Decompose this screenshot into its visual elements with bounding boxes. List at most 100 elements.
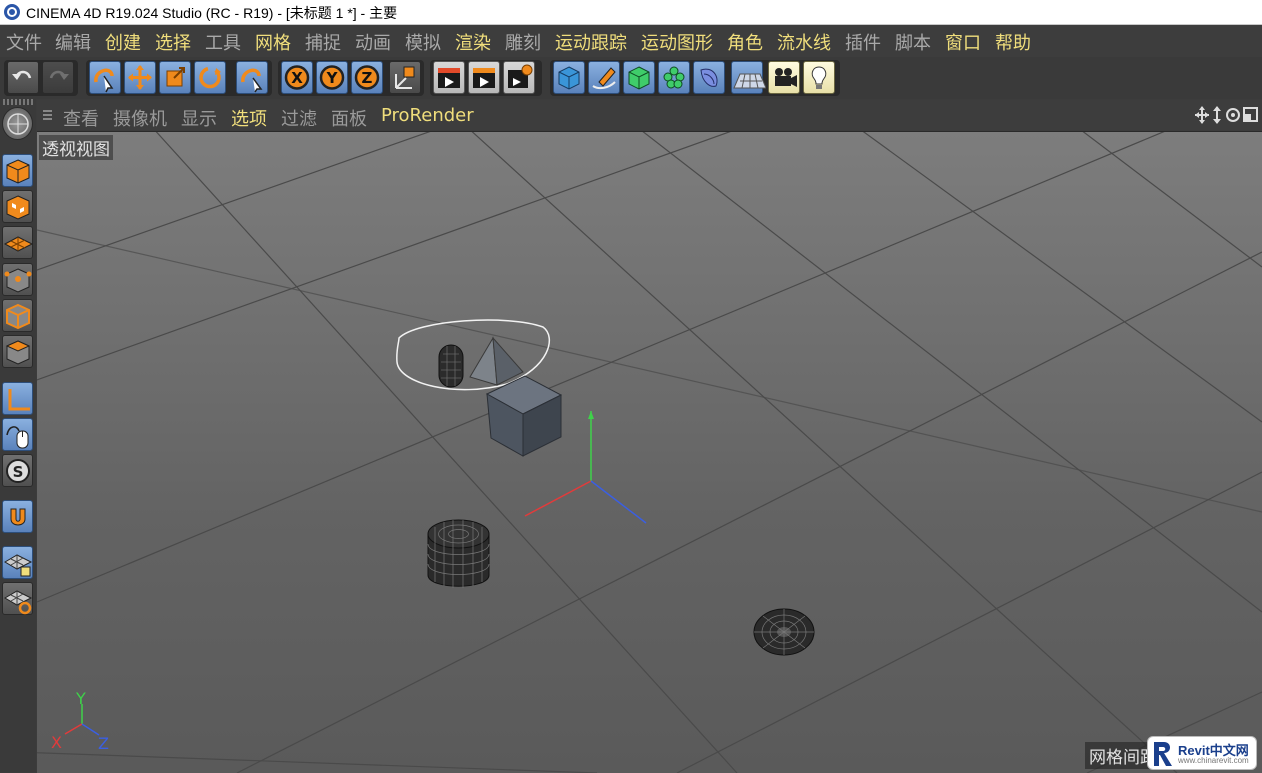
axis-mode-button[interactable] [2,382,33,415]
viewport-menu-item-4[interactable]: 过滤 [281,105,317,131]
viewport-menu-item-6[interactable]: ProRender [381,105,474,126]
move-icon [128,65,152,90]
menu-item-13[interactable]: 角色 [727,29,763,55]
viewport-menu-item-5[interactable]: 面板 [331,105,367,131]
workplane-align-icon [4,590,33,615]
edges-mode-button[interactable] [2,299,33,332]
y-axis-lock-button[interactable]: Y [316,61,348,94]
view-axis-z-label: Z [98,734,109,753]
workplane-lock-button[interactable] [2,546,33,579]
z-axis-lock-icon: Z [354,65,380,90]
workplane-lock-icon [4,554,33,577]
menu-item-10[interactable]: 雕刻 [505,29,541,55]
menu-item-11[interactable]: 运动跟踪 [555,29,627,55]
watermark-url: www.chinarevit.com [1178,756,1249,765]
menu-item-15[interactable]: 插件 [845,29,881,55]
y-axis-lock-icon: Y [319,65,345,90]
viewport-grip [43,108,52,120]
cloner-icon [663,66,685,89]
pyramid-object[interactable] [469,336,524,386]
pan-icon[interactable] [1195,106,1209,124]
light-icon [811,66,827,89]
render-view-button[interactable] [433,61,465,94]
menu-item-14[interactable]: 流水线 [777,29,831,55]
texture-mode-button[interactable] [2,190,33,223]
tweak-mode-icon [6,426,29,449]
undo-button[interactable] [7,61,39,94]
menu-item-9[interactable]: 渲染 [455,29,491,55]
cylinder-object[interactable] [427,519,490,588]
floor-button[interactable] [731,61,766,94]
menu-item-1[interactable]: 编辑 [55,29,91,55]
light-button[interactable] [803,61,835,94]
view-axis-x-label: X [51,733,62,752]
workplane-align-button[interactable] [2,582,33,615]
menu-item-5[interactable]: 网格 [255,29,291,55]
edit-render-settings-button[interactable] [503,61,535,94]
deformer-icon [700,68,718,87]
menu-item-12[interactable]: 运动图形 [641,29,713,55]
make-editable-button[interactable] [2,107,33,140]
cloner-button[interactable] [658,61,690,94]
snapping-button[interactable] [2,500,33,533]
x-axis-lock-button[interactable]: X [281,61,313,94]
recent-tools-button[interactable] [236,61,268,94]
viewport-menu-item-2[interactable]: 显示 [181,105,217,131]
model-mode-button[interactable] [2,154,33,187]
cube-primitive-button[interactable] [553,61,585,94]
render-view-icon [438,68,460,88]
rotate-button[interactable] [194,61,226,94]
tweak-mode-button[interactable] [2,418,33,451]
menu-item-4[interactable]: 工具 [205,29,241,55]
camera-button[interactable] [768,61,800,94]
menu-item-6[interactable]: 捕捉 [305,29,341,55]
menu-item-18[interactable]: 帮助 [995,29,1031,55]
live-selection-icon [94,68,114,93]
viewport-menu-item-3[interactable]: 选项 [231,105,267,131]
camera-icon [775,68,797,87]
viewport-nav-icons [1195,106,1258,124]
coordinate-system-button[interactable] [389,61,421,94]
redo-button[interactable] [42,61,74,94]
viewport-menu-item-0[interactable]: 查看 [63,105,99,131]
z-axis-lock-button[interactable]: Z [351,61,383,94]
svg-text:S: S [13,463,24,481]
orbit-icon[interactable] [1226,108,1240,122]
solo-mode-button[interactable]: S [2,454,33,487]
polygons-mode-button[interactable] [2,335,33,368]
menu-item-17[interactable]: 窗口 [945,29,981,55]
workplane-mode-button[interactable] [2,226,34,259]
viewport-menu-item-1[interactable]: 摄像机 [113,105,167,131]
menu-item-3[interactable]: 选择 [155,29,191,55]
capsule-object[interactable] [438,344,464,388]
disc-object[interactable] [753,608,815,656]
spline-pen-icon [592,67,616,90]
move-button[interactable] [124,61,156,94]
points-mode-button[interactable] [2,263,33,296]
render-to-picture-viewer-button[interactable] [468,61,500,94]
deformer-button[interactable] [693,61,725,94]
zoom-icon[interactable] [1213,106,1221,124]
floor-icon [733,73,766,89]
menu-item-2[interactable]: 创建 [105,29,141,55]
z-axis-lock-label: Z [362,69,373,87]
subdivision-surface-button[interactable] [623,61,655,94]
toggle-view-icon[interactable] [1243,107,1258,122]
model-mode-icon [6,159,30,184]
spline-pen-button[interactable] [588,61,620,94]
axis-mode-icon [8,389,30,411]
live-selection-button[interactable] [89,61,121,94]
scale-button[interactable] [159,61,191,94]
menu-item-0[interactable]: 文件 [6,29,42,55]
revit-logo-icon [1154,742,1172,766]
revit-watermark: Revit中文网 www.chinarevit.com [1147,736,1257,770]
workplane-mode-icon [3,236,34,252]
menu-item-8[interactable]: 模拟 [405,29,441,55]
cube-primitive-icon [558,66,580,90]
menu-item-7[interactable]: 动画 [355,29,391,55]
texture-mode-icon [6,195,30,220]
menu-item-16[interactable]: 脚本 [895,29,931,55]
viewport-canvas[interactable]: Y X Z [37,132,1262,773]
perspective-viewport[interactable]: Y X Z 透视视图 网格间距 Revit中文网 www.chinarevit.… [37,131,1262,773]
points-mode-icon [4,268,32,293]
